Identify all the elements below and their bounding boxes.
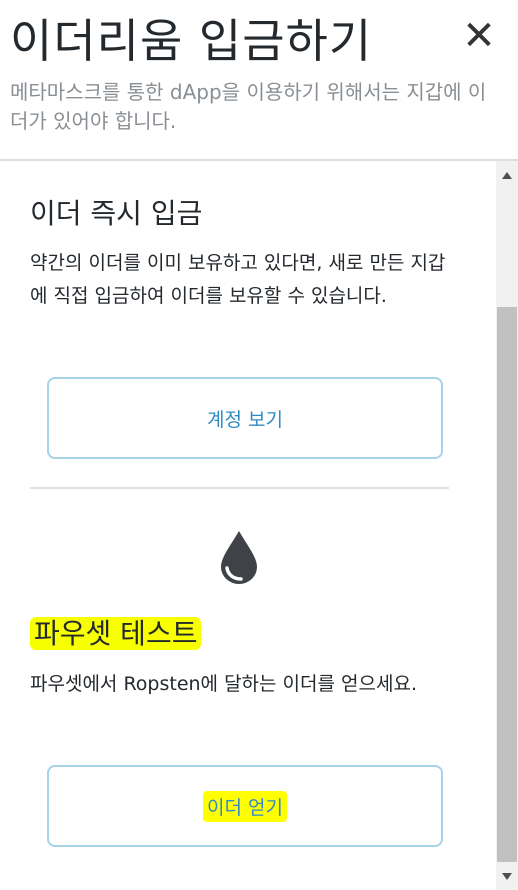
- scrollbar-thumb[interactable]: [497, 307, 517, 862]
- page-subtitle: 메타마스크를 통한 dApp을 이용하기 위해서는 지갑에 이더가 있어야 합니…: [10, 80, 487, 133]
- get-ether-button[interactable]: 이더 얻기: [47, 765, 443, 847]
- section-divider: [30, 487, 449, 489]
- faucet-title-text: 파우셋 테스트: [30, 617, 202, 650]
- droplet-icon: [221, 531, 257, 584]
- deposit-options-panel: 이더 즉시 입금 약간의 이더를 이미 보유하고 있다면, 새로 만든 지갑에 …: [0, 161, 496, 890]
- view-account-button-label: 계정 보기: [207, 408, 283, 431]
- view-account-button[interactable]: 계정 보기: [47, 377, 443, 459]
- direct-deposit-description: 약간의 이더를 이미 보유하고 있다면, 새로 만든 지갑에 직접 입금하여 이…: [30, 252, 446, 307]
- direct-deposit-title: 이더 즉시 입금: [30, 197, 203, 230]
- scroll-down-arrow-icon[interactable]: [496, 862, 518, 890]
- close-icon[interactable]: ✕: [456, 14, 502, 60]
- faucet-title: 파우셋 테스트: [30, 614, 202, 654]
- get-ether-button-label: 이더 얻기: [203, 790, 287, 822]
- deposit-modal-header: 이더리움 입금하기 ✕ 메타마스크를 통한 dApp을 이용하기 위해서는 지갑…: [0, 0, 518, 160]
- page-title: 이더리움 입금하기: [10, 14, 373, 68]
- vertical-scrollbar[interactable]: [496, 161, 518, 890]
- scroll-up-arrow-icon[interactable]: [496, 161, 518, 189]
- faucet-description: 파우셋에서 Ropsten에 달하는 이더를 얻으세요.: [30, 673, 417, 695]
